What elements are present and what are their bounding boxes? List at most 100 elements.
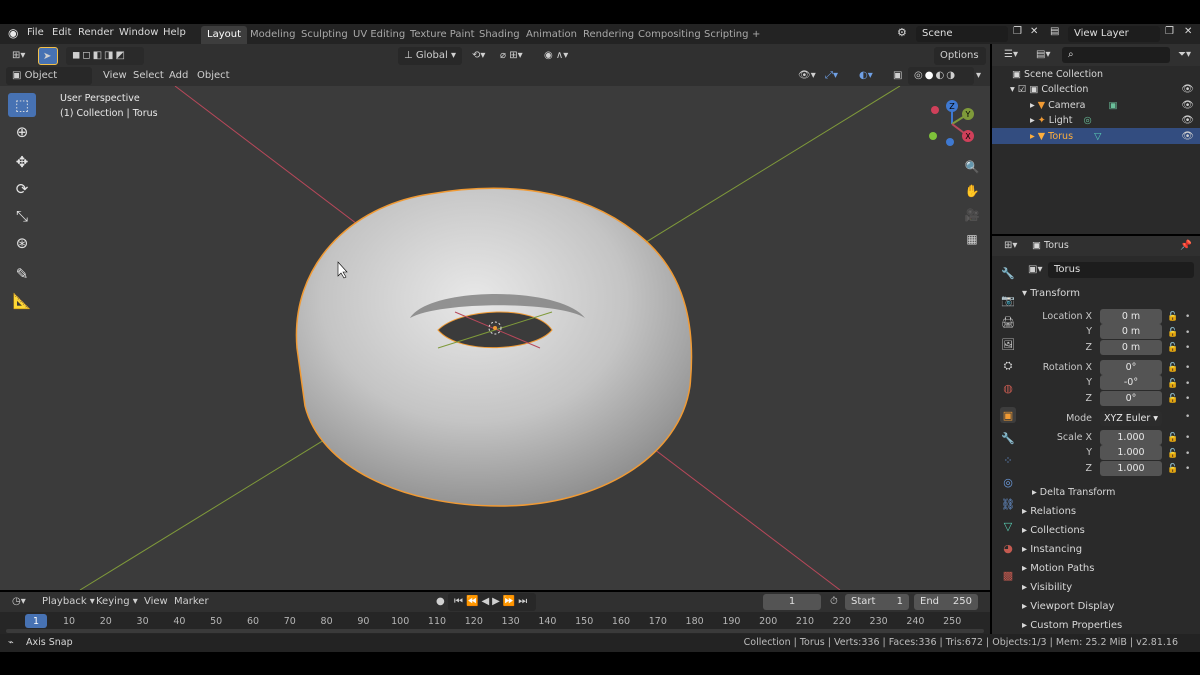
display-mode-icon[interactable]: ▤▾ bbox=[1030, 46, 1056, 64]
panel-custom-properties[interactable]: ▸ Custom Properties bbox=[1022, 620, 1122, 631]
outliner-editor-icon[interactable]: ☰▾ bbox=[998, 46, 1024, 64]
navigation-gizmo[interactable]: Z Y X bbox=[922, 96, 982, 156]
tool-tab-icon[interactable]: 🔧 bbox=[1000, 265, 1016, 281]
rotation-y-field[interactable]: -0° bbox=[1100, 375, 1162, 390]
particles-tab-icon[interactable]: ⁘ bbox=[1000, 452, 1016, 468]
tab-texture-paint[interactable]: Texture Paint bbox=[404, 26, 481, 44]
scene-field[interactable]: Scene bbox=[916, 26, 1008, 42]
keyframe-dots[interactable]: • • • bbox=[1185, 431, 1190, 478]
playback-controls[interactable]: ⏮⏪◀▶⏩⏭ bbox=[448, 593, 537, 611]
menu-window[interactable]: Window bbox=[119, 27, 158, 38]
scale-z-field[interactable]: 1.000 bbox=[1100, 461, 1162, 476]
snap-icon[interactable]: ⌀ ⊞▾ bbox=[494, 47, 534, 65]
outliner-search-input[interactable]: ⌕ bbox=[1062, 47, 1170, 63]
keyframe-dot[interactable]: • bbox=[1185, 412, 1190, 422]
location-x-field[interactable]: 0 m bbox=[1100, 309, 1162, 324]
object-data-icon[interactable]: ▣▾ bbox=[1022, 261, 1048, 279]
data-tab-icon[interactable]: ▽ bbox=[1000, 518, 1016, 534]
timeline-menu-marker[interactable]: Marker bbox=[168, 593, 215, 611]
overlay-toggle-icon[interactable]: ◐▾ bbox=[853, 67, 883, 85]
new-view-layer-icon[interactable]: ❐ bbox=[1165, 26, 1174, 37]
rotation-mode-dropdown[interactable]: XYZ Euler ▾ bbox=[1100, 411, 1162, 426]
tab-animation[interactable]: Animation bbox=[520, 26, 583, 44]
panel-motion-paths[interactable]: ▸ Motion Paths bbox=[1022, 563, 1094, 574]
properties-editor-icon[interactable]: ⊞▾ bbox=[998, 237, 1023, 255]
tab-compositing[interactable]: Compositing bbox=[632, 26, 707, 44]
pivot-icon[interactable]: ⟲▾ bbox=[466, 47, 492, 65]
selection-mode-icons[interactable]: ◼◻◧◨◩ bbox=[66, 47, 144, 65]
transform-panel-header[interactable]: ▾ Transform bbox=[1022, 288, 1080, 299]
camera-view-icon[interactable]: 🎥 bbox=[961, 204, 983, 226]
eye-icon[interactable]: 👁 bbox=[1181, 131, 1194, 142]
lock-icons[interactable]: 🔓 🔓 🔓 bbox=[1167, 431, 1178, 478]
tab-modeling[interactable]: Modeling bbox=[244, 26, 302, 44]
panel-visibility[interactable]: ▸ Visibility bbox=[1022, 582, 1072, 593]
move-tool-icon[interactable]: ✥ bbox=[8, 150, 36, 174]
mode-dropdown[interactable]: ▣ Object Mode ▾ bbox=[6, 67, 92, 99]
render-tab-icon[interactable]: 📷 bbox=[1000, 292, 1016, 308]
filter-icon[interactable]: ⏷▾ bbox=[1172, 46, 1197, 64]
timeline-editor-icon[interactable]: ◷▾ bbox=[6, 593, 32, 611]
lock-icons[interactable]: 🔓 🔓 🔓 bbox=[1167, 361, 1178, 408]
menu-object[interactable]: Object bbox=[191, 67, 236, 85]
tab-uv-editing[interactable]: UV Editing bbox=[347, 26, 411, 44]
3d-viewport[interactable]: User Perspective (1) Collection | Torus … bbox=[0, 86, 990, 590]
end-frame-field[interactable]: End 250 bbox=[914, 594, 978, 610]
timeline-ruler[interactable]: 1 10 20 30 40 50 60 70 80 90 100 110 120 130 140 150 160… bbox=[0, 612, 990, 634]
world-tab-icon[interactable]: ◍ bbox=[1000, 380, 1016, 396]
shading-mode-icons[interactable]: ◎●◐◑ bbox=[908, 67, 974, 85]
keyframe-dots[interactable]: • • • bbox=[1185, 310, 1190, 357]
current-frame-field[interactable]: 1 bbox=[763, 594, 821, 610]
preview-range-icon[interactable]: ⏱ bbox=[824, 593, 844, 611]
material-tab-icon[interactable]: ◕ bbox=[1000, 540, 1016, 556]
view-layer-field[interactable]: View Layer bbox=[1068, 26, 1160, 42]
pan-hand-icon[interactable]: ✋ bbox=[961, 180, 983, 202]
new-scene-icon[interactable]: ❐ bbox=[1013, 26, 1022, 37]
eye-icon[interactable]: 👁 bbox=[1181, 100, 1194, 111]
texture-tab-icon[interactable]: ▩ bbox=[1000, 567, 1016, 583]
panel-instancing[interactable]: ▸ Instancing bbox=[1022, 544, 1082, 555]
view-layer-tab-icon[interactable]: 🖼 bbox=[1000, 336, 1016, 352]
timeline-scrollbar[interactable] bbox=[6, 629, 984, 633]
scale-tool-icon[interactable]: ⤡ bbox=[8, 204, 36, 228]
proportional-edit-icon[interactable]: ◉ ∧▾ bbox=[538, 47, 580, 65]
object-name-field[interactable]: Torus bbox=[1048, 262, 1194, 278]
zoom-icon[interactable]: 🔍 bbox=[961, 156, 983, 178]
constraints-tab-icon[interactable]: ⛓ bbox=[1000, 496, 1016, 512]
scale-x-field[interactable]: 1.000 bbox=[1100, 430, 1162, 445]
outliner-collection[interactable]: ▾ ☑ ▣ Collection bbox=[1010, 82, 1088, 98]
modifier-tab-icon[interactable]: 🔧 bbox=[1000, 430, 1016, 446]
keyframe-dots[interactable]: • • • bbox=[1185, 361, 1190, 408]
scale-y-field[interactable]: 1.000 bbox=[1100, 445, 1162, 460]
location-y-field[interactable]: 0 m bbox=[1100, 324, 1162, 339]
start-frame-field[interactable]: Start 1 bbox=[845, 594, 909, 610]
tab-layout[interactable]: Layout bbox=[201, 26, 247, 44]
menu-edit[interactable]: Edit bbox=[52, 27, 71, 38]
select-box-icon[interactable]: ➤ bbox=[38, 47, 58, 65]
editor-type-icon[interactable]: ⊞▾ bbox=[6, 47, 32, 65]
xray-icon[interactable]: ▣ bbox=[887, 67, 907, 85]
scene-tab-icon[interactable]: ⛭ bbox=[1000, 358, 1016, 374]
shading-options-icon[interactable]: ▾ bbox=[970, 67, 988, 85]
tab-rendering[interactable]: Rendering bbox=[577, 26, 640, 44]
blender-logo-icon[interactable]: ◉ bbox=[8, 26, 18, 40]
menu-file[interactable]: File bbox=[27, 27, 44, 38]
rotation-x-field[interactable]: 0° bbox=[1100, 360, 1162, 375]
menu-add[interactable]: Add bbox=[163, 67, 194, 85]
timeline-menu-keying[interactable]: Keying ▾ bbox=[90, 593, 144, 611]
options-dropdown[interactable]: Options ▾ bbox=[934, 47, 986, 79]
panel-collections[interactable]: ▸ Collections bbox=[1022, 525, 1085, 536]
gizmo-toggle-icon[interactable]: ⤢▾ bbox=[819, 67, 849, 85]
scene-icon[interactable]: ⚙ bbox=[897, 26, 907, 39]
measure-tool-icon[interactable]: 📐 bbox=[8, 289, 36, 313]
orientation-dropdown[interactable]: ⊥ Global ▾ bbox=[398, 47, 462, 65]
menu-render[interactable]: Render bbox=[78, 27, 114, 38]
delete-scene-icon[interactable]: ✕ bbox=[1030, 26, 1038, 37]
outliner-item-light[interactable]: ▸ ✦ Light ◎ bbox=[1030, 113, 1092, 129]
output-tab-icon[interactable]: 🖨 bbox=[1000, 314, 1016, 330]
eye-icon[interactable]: 👁 bbox=[1181, 115, 1194, 126]
tab-shading[interactable]: Shading bbox=[473, 26, 526, 44]
delete-view-layer-icon[interactable]: ✕ bbox=[1184, 26, 1192, 37]
rotate-tool-icon[interactable]: ⟳ bbox=[8, 177, 36, 201]
visibility-icon[interactable]: 👁▾ bbox=[792, 67, 822, 85]
